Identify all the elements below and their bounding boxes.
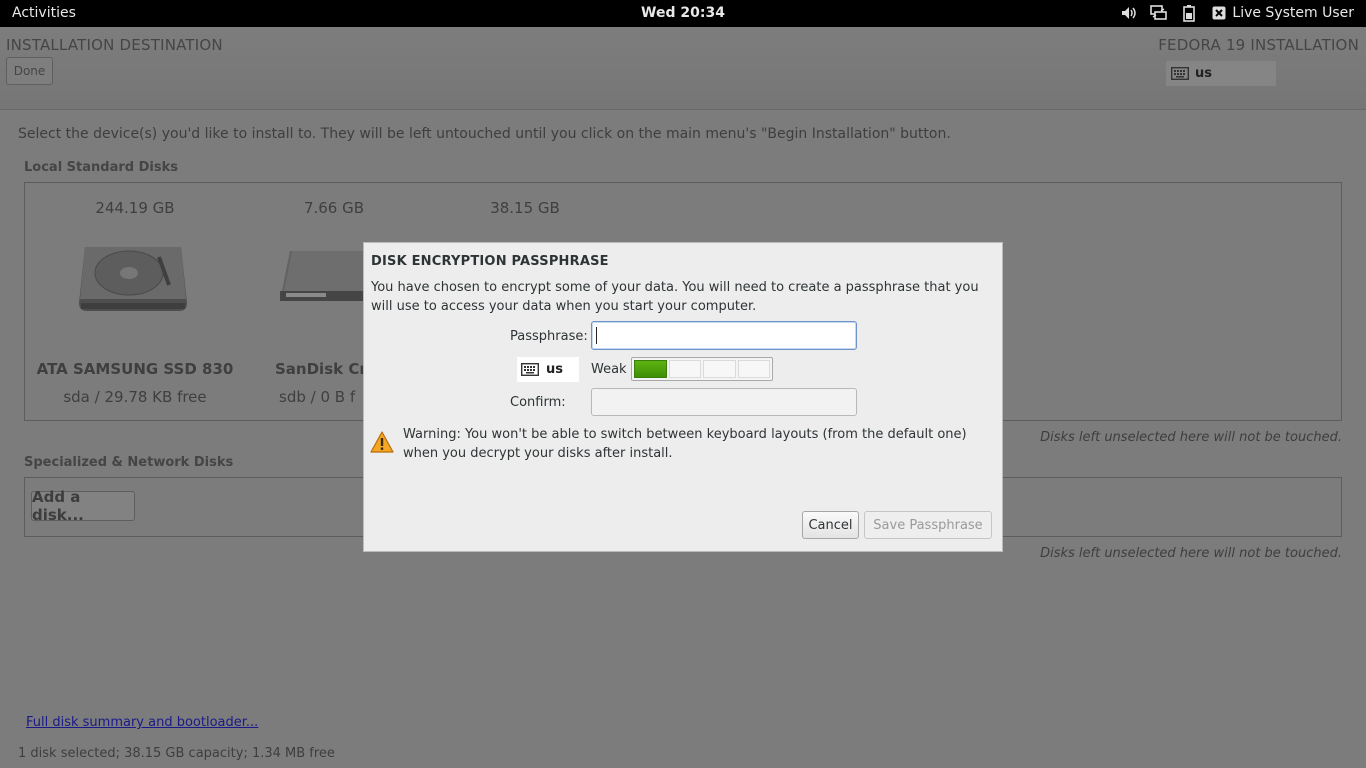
- battery-icon[interactable]: [1174, 3, 1204, 23]
- local-disks-note: Disks left unselected here will not be t…: [1040, 430, 1342, 445]
- strength-segment-empty: [703, 360, 736, 378]
- save-passphrase-button[interactable]: Save Passphrase: [864, 511, 992, 539]
- strength-label: Weak: [591, 362, 627, 377]
- done-button[interactable]: Done: [6, 57, 53, 85]
- keyboard-icon: [1171, 67, 1189, 80]
- add-disk-button[interactable]: Add a disk...: [31, 488, 135, 524]
- warning-icon: [370, 431, 394, 457]
- disk-size: 7.66 GB: [303, 199, 365, 217]
- dialog-keyboard-layout[interactable]: us: [517, 357, 579, 382]
- local-disks-heading: Local Standard Disks: [24, 160, 178, 175]
- keyboard-icon: [521, 363, 539, 376]
- accessibility-icon: [1212, 6, 1226, 20]
- keyboard-layout-label: us: [1195, 66, 1212, 81]
- layout-label: us: [546, 362, 563, 377]
- gnome-top-bar: Activities Wed 20:34 Live System User: [0, 0, 1366, 27]
- cancel-button[interactable]: Cancel: [802, 511, 859, 539]
- strength-segment-empty: [668, 360, 701, 378]
- user-menu[interactable]: Live System User: [1212, 5, 1354, 21]
- product-title: FEDORA 19 INSTALLATION: [1158, 36, 1359, 54]
- system-tray: Live System User: [1114, 3, 1354, 23]
- selection-status: 1 disk selected; 38.15 GB capacity; 1.34…: [18, 746, 335, 761]
- volume-icon[interactable]: [1114, 3, 1144, 23]
- page-title: INSTALLATION DESTINATION: [6, 36, 223, 54]
- keyboard-layout-indicator[interactable]: us: [1166, 61, 1276, 86]
- instructions-text: Select the device(s) you'd like to insta…: [18, 126, 951, 142]
- network-disks-note: Disks left unselected here will not be t…: [1040, 546, 1342, 561]
- disk-size: 38.15 GB: [490, 199, 560, 217]
- disk-name: ATA SAMSUNG SSD 830: [36, 360, 234, 378]
- passphrase-label: Passphrase:: [510, 329, 588, 344]
- disk-summary-link[interactable]: Full disk summary and bootloader...: [26, 715, 258, 730]
- passphrase-dialog: DISK ENCRYPTION PASSPHRASE You have chos…: [363, 242, 1003, 552]
- strength-segment-filled: [634, 360, 667, 378]
- network-disks-heading: Specialized & Network Disks: [24, 455, 234, 470]
- disk-info: sda / 29.78 KB free: [63, 388, 207, 406]
- network-icon[interactable]: [1144, 3, 1174, 23]
- warning-text: Warning: You won't be able to switch bet…: [403, 427, 967, 461]
- spoke-header: INSTALLATION DESTINATION Done FEDORA 19 …: [0, 27, 1366, 110]
- confirm-label: Confirm:: [510, 395, 566, 410]
- hard-disk-icon: [77, 245, 189, 319]
- passphrase-input[interactable]: [591, 321, 857, 350]
- usb-disk-icon: [278, 245, 368, 309]
- strength-segment-empty: [737, 360, 770, 378]
- confirm-input[interactable]: [591, 388, 857, 416]
- dialog-title: DISK ENCRYPTION PASSPHRASE: [371, 254, 609, 269]
- passphrase-strength-meter: [631, 357, 773, 381]
- dialog-description: You have chosen to encrypt some of your …: [371, 280, 979, 314]
- disk-size: 244.19 GB: [95, 199, 175, 217]
- user-name: Live System User: [1232, 5, 1354, 21]
